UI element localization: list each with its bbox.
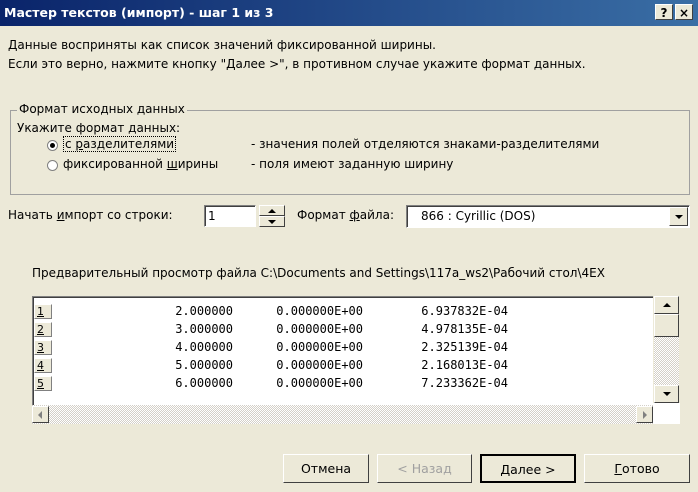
horizontal-scrollbar[interactable] [32,405,653,424]
finish-button[interactable]: Готово [584,454,690,483]
intro-line-1: Данные восприняты как список значений фи… [8,38,436,52]
scroll-down-button[interactable] [654,385,679,403]
radio-delimited-description: - значения полей отделяются знаками-разд… [251,137,600,151]
spin-up-button[interactable] [259,205,285,216]
cell-col3: 6.937832E-04 [421,304,508,318]
focus-rect: с разделителями [63,136,177,152]
radio-delimited-label[interactable]: с разделителями [63,136,177,152]
title-bar: Мастер текстов (импорт) - шаг 1 из 3 ? × [0,0,698,26]
cell-col3: 7.233362E-04 [421,376,508,390]
back-button[interactable]: < Назад [377,454,472,483]
cell-col2: 0.000000E+00 [276,358,363,372]
cell-col1: 3.000000 [175,322,233,336]
next-button[interactable]: Далее > [480,454,576,483]
scroll-right-button[interactable] [636,406,653,423]
radio-fixed-width[interactable] [47,160,58,171]
arrow-up-icon [268,209,276,213]
radio-fixed-width-description: - поля имеют заданную ширину [251,157,454,171]
start-row-label: Начать импорт со строки: [8,208,173,222]
arrow-right-icon [643,411,647,419]
file-format-value: 866 : Cyrillic (DOS) [421,209,536,223]
window-title: Мастер текстов (импорт) - шаг 1 из 3 [4,5,274,20]
table-row: 3 4.000000 0.000000E+00 2.325139E-04 [33,339,653,357]
cell-col2: 0.000000E+00 [276,322,363,336]
scroll-track[interactable] [654,337,679,385]
file-format-select[interactable]: 866 : Cyrillic (DOS) [406,205,690,228]
cancel-button[interactable]: Отмена [283,454,369,483]
cell-col3: 2.325139E-04 [421,340,508,354]
spin-down-button[interactable] [259,216,285,227]
cell-col2: 0.000000E+00 [276,376,363,390]
row-number[interactable]: 4 [34,358,52,373]
arrow-down-icon [268,220,276,224]
dropdown-button[interactable] [669,207,688,226]
arrow-up-icon [663,303,671,307]
help-button[interactable]: ? [655,4,673,20]
radio-fixed-width-label[interactable]: фиксированной ширины [63,157,218,171]
preview-caption: Предварительный просмотр файла C:\Docume… [32,266,605,280]
row-number[interactable]: 1 [34,304,52,319]
scroll-up-button[interactable] [654,296,679,314]
close-button[interactable]: × [675,4,693,20]
start-row-input[interactable]: 1 [204,205,256,227]
cell-col1: 5.000000 [175,358,233,372]
radio-delimited[interactable] [47,140,58,151]
row-number[interactable]: 5 [34,376,52,391]
arrow-left-icon [38,411,42,419]
start-row-value: 1 [208,209,216,223]
cell-col1: 6.000000 [175,376,233,390]
table-row: 2 3.000000 0.000000E+00 4.978135E-04 [33,321,653,339]
intro-line-2: Если это верно, нажмите кнопку "Далее >"… [8,57,586,71]
arrow-down-icon [663,392,671,396]
table-row: 5 6.000000 0.000000E+00 7.233362E-04 [33,375,653,393]
radio-selected-dot [50,143,55,148]
table-row: 4 5.000000 0.000000E+00 2.168013E-04 [33,357,653,375]
cell-col2: 0.000000E+00 [276,340,363,354]
row-number[interactable]: 3 [34,340,52,355]
scroll-thumb[interactable] [654,314,679,337]
chevron-down-icon [675,215,683,219]
scroll-left-button[interactable] [32,406,49,423]
vertical-scrollbar[interactable] [653,296,680,403]
cell-col3: 4.978135E-04 [421,322,508,336]
cell-col3: 2.168013E-04 [421,358,508,372]
source-format-group: Формат исходных данных Укажите формат да… [10,102,690,195]
row-number[interactable]: 2 [34,322,52,337]
cell-col2: 0.000000E+00 [276,304,363,318]
table-row: 1 2.000000 0.000000E+00 6.937832E-04 [33,303,653,321]
file-format-label: Формат файла: [297,208,394,222]
format-prompt: Укажите формат данных: [17,121,181,135]
cell-col1: 2.000000 [175,304,233,318]
group-legend: Формат исходных данных [17,102,187,116]
cell-col1: 4.000000 [175,340,233,354]
